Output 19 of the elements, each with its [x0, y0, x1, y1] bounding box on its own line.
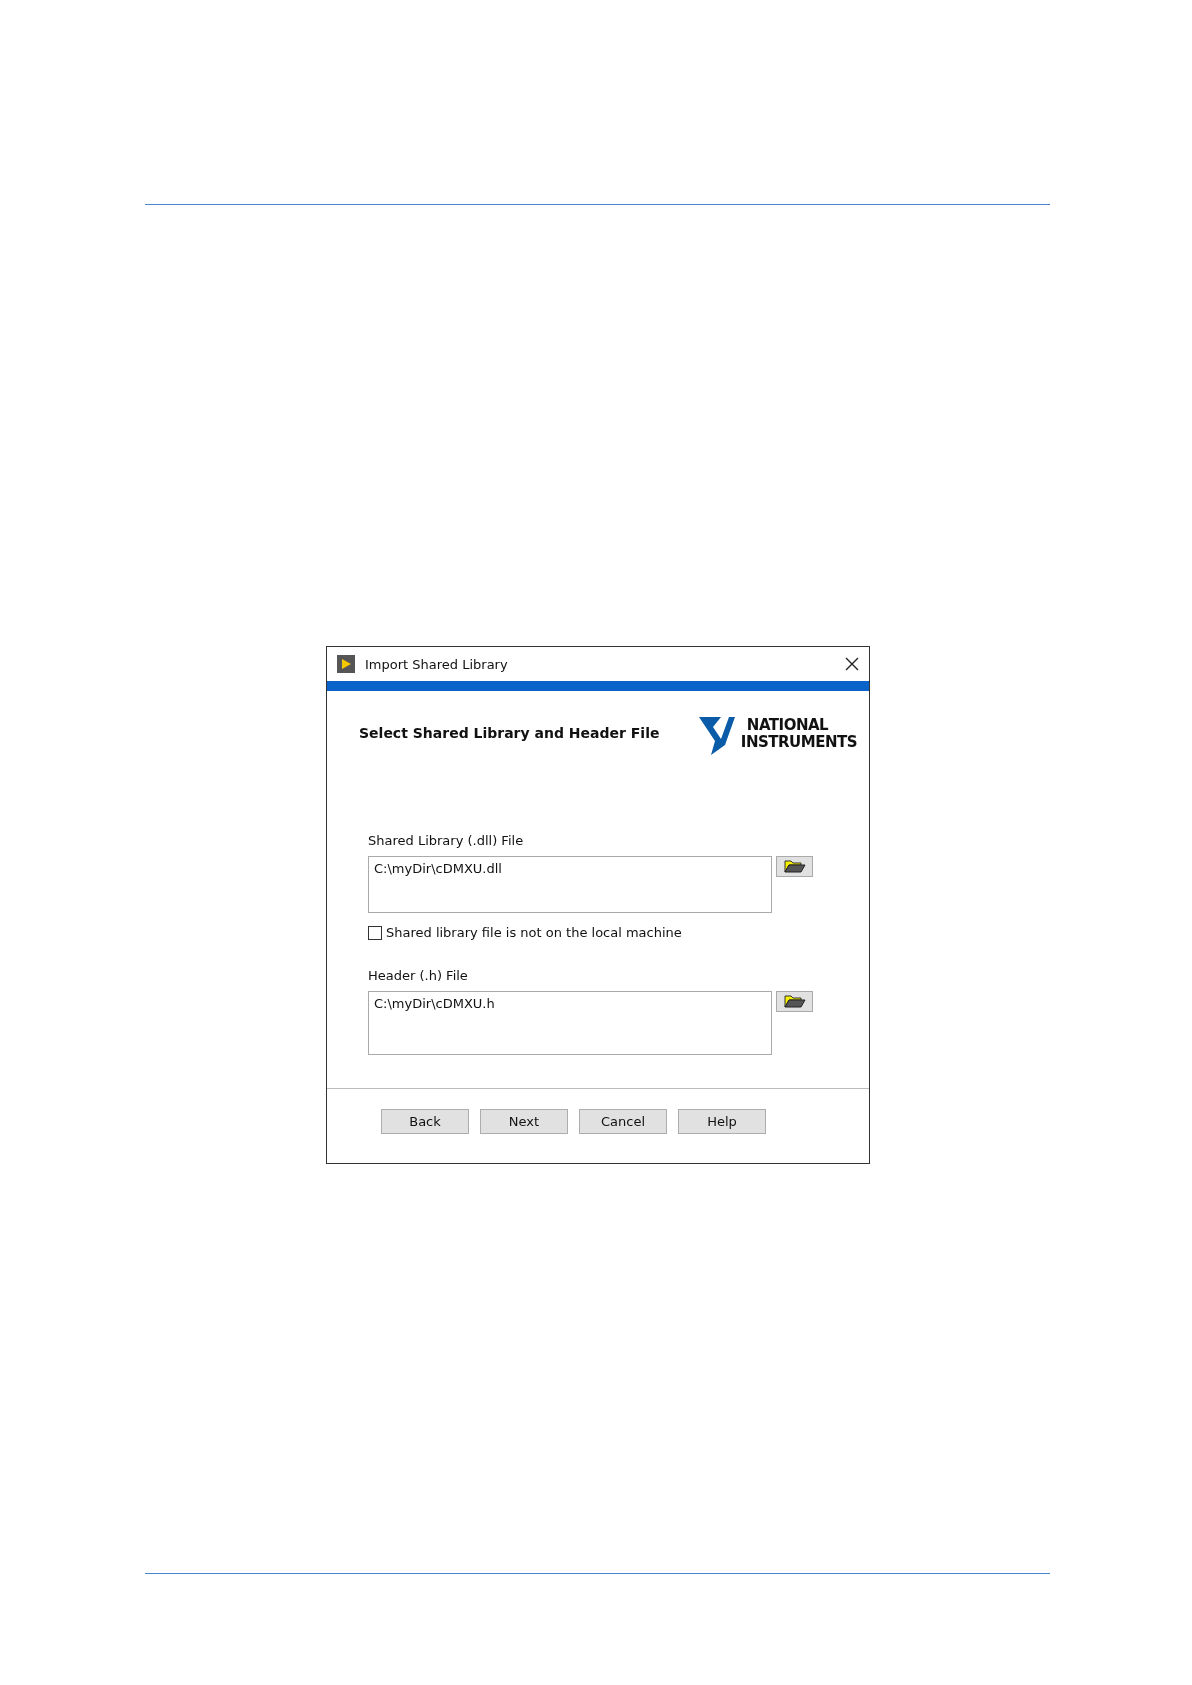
app-icon [337, 655, 355, 673]
field-label: Header (.h) File [368, 968, 469, 983]
dialog-button[interactable]: Next [480, 1109, 568, 1134]
path-field[interactable]: C:\myDir\cDMXU.dll [368, 856, 772, 913]
checkbox[interactable] [368, 925, 382, 940]
dialog-button[interactable]: Back [381, 1109, 469, 1134]
window-title: Import Shared Library [365, 656, 508, 672]
dialog-heading: Select Shared Library and Header File [359, 725, 660, 741]
folder-icon [783, 995, 806, 1008]
close-icon[interactable] [845, 657, 859, 671]
folder-icon [783, 860, 806, 873]
browse-button[interactable] [776, 991, 813, 1012]
browse-button[interactable] [776, 856, 813, 877]
company-logo: NATIONAL INSTRUMENTS [698, 711, 857, 757]
dialog-button[interactable]: Help [678, 1109, 766, 1134]
path-field[interactable]: C:\myDir\cDMXU.h [368, 991, 772, 1055]
dialog-button[interactable]: Cancel [579, 1109, 667, 1134]
field-label: Shared Library (.dll) File [368, 833, 525, 848]
checkbox-label: Shared library file is not on the local machine [386, 925, 682, 940]
